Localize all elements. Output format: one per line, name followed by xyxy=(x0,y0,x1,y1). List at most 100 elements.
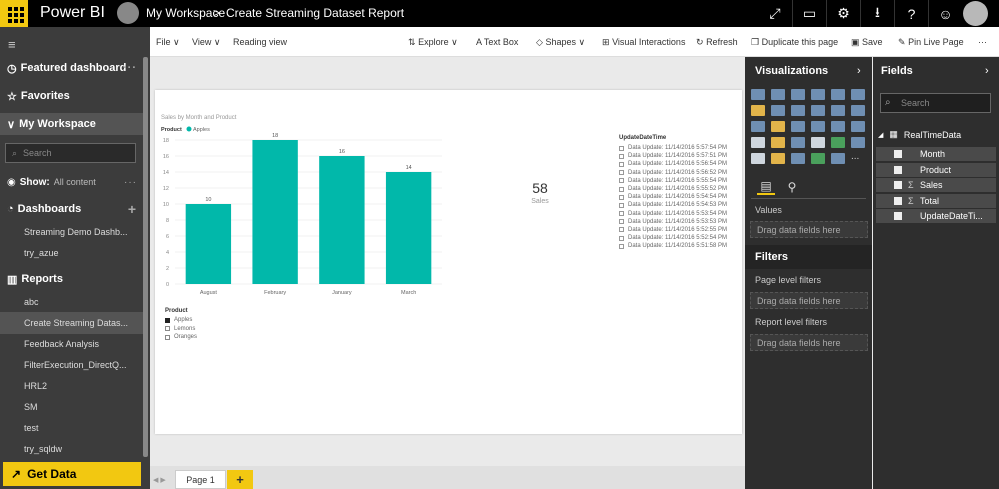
report-item[interactable]: FilterExecution_DirectQ... xyxy=(0,354,143,376)
checkbox[interactable] xyxy=(894,181,902,189)
checkbox[interactable] xyxy=(619,235,624,241)
line-column-2-visual-icon[interactable] xyxy=(831,105,845,116)
report-item-active[interactable]: Create Streaming Datas... xyxy=(0,312,143,334)
refresh-button[interactable]: ↻ Refresh xyxy=(696,37,738,48)
waterfall-visual-icon[interactable] xyxy=(751,121,765,132)
help-icon[interactable]: ? xyxy=(894,0,928,27)
checkbox[interactable] xyxy=(619,161,624,167)
clustered-column-visual-icon[interactable] xyxy=(811,89,825,100)
more-icon[interactable]: ··· xyxy=(124,177,137,188)
chevron-right-icon[interactable]: › xyxy=(857,65,861,77)
bar-chart[interactable]: Sales by Month and Product Product Apples 0… xyxy=(155,90,455,305)
report-item[interactable]: test xyxy=(0,417,143,439)
checkbox[interactable] xyxy=(619,194,624,200)
multi-row-card-visual-icon[interactable] xyxy=(811,137,825,148)
comment-icon[interactable]: ▭ xyxy=(792,0,826,27)
nav-featured-dashboard[interactable]: ◷ Featured dashboard ··· xyxy=(0,57,143,79)
scatter-visual-icon[interactable] xyxy=(771,121,785,132)
pin-live-page-button[interactable]: ✎ Pin Live Page xyxy=(898,37,964,48)
get-data-button[interactable]: ↗ Get Data xyxy=(3,462,141,486)
report-item[interactable]: SM xyxy=(0,396,143,418)
report-item[interactable]: try_sqldw xyxy=(0,438,143,460)
report-item[interactable]: Feedback Analysis xyxy=(0,333,143,355)
matrix-visual-icon[interactable] xyxy=(791,153,805,164)
checkbox[interactable] xyxy=(619,202,624,208)
nav-my-workspace[interactable]: ∨ My Workspace xyxy=(0,113,143,135)
brand-name[interactable]: Power BI xyxy=(40,4,105,22)
field-item[interactable]: Month xyxy=(876,147,996,161)
duplicate-page-button[interactable]: ❐ Duplicate this page xyxy=(751,37,838,48)
report-filters-drop-well[interactable]: Drag data fields here xyxy=(750,334,868,351)
nav-search-input[interactable]: ⌕ Search xyxy=(5,143,136,163)
checkbox[interactable] xyxy=(619,243,624,249)
report-item[interactable]: HRL2 xyxy=(0,375,143,397)
dashboard-item[interactable]: try_azue xyxy=(0,242,143,264)
slicer-item[interactable]: Data Update: 11/14/2016 5:55:52 PM xyxy=(619,185,739,193)
checkbox[interactable] xyxy=(619,227,624,233)
slicer-item[interactable]: Data Update: 11/14/2016 5:52:55 PM xyxy=(619,226,739,234)
kpi-visual-icon[interactable] xyxy=(851,137,865,148)
hamburger-icon[interactable]: ≡ xyxy=(8,37,16,52)
treemap-visual-icon[interactable] xyxy=(831,121,845,132)
fields-tab-icon[interactable]: ▤ xyxy=(757,179,775,195)
gauge-visual-icon[interactable] xyxy=(791,137,805,148)
filled-map-visual-icon[interactable] xyxy=(751,137,765,148)
slicer-visual-icon[interactable] xyxy=(751,153,765,164)
more-icon[interactable]: ··· xyxy=(978,37,987,47)
checkbox[interactable] xyxy=(619,145,624,151)
checkbox[interactable] xyxy=(619,170,624,176)
slicer-item[interactable]: Data Update: 11/14/2016 5:55:54 PM xyxy=(619,177,739,185)
add-dashboard-icon[interactable]: + xyxy=(128,201,137,217)
clustered-bar-visual-icon[interactable] xyxy=(791,89,805,100)
checkbox[interactable] xyxy=(619,211,624,217)
smiley-icon[interactable]: ☺ xyxy=(928,0,962,27)
product-slicer-item[interactable]: Oranges xyxy=(165,333,197,342)
stacked-area-visual-icon[interactable] xyxy=(791,105,805,116)
r-visual-visual-icon[interactable] xyxy=(811,153,825,164)
table-node[interactable]: ◢ ▦ RealTimeData xyxy=(878,129,961,140)
slicer-item[interactable]: Data Update: 11/14/2016 5:54:53 PM xyxy=(619,201,739,209)
slicer-item[interactable]: Data Update: 11/14/2016 5:54:54 PM xyxy=(619,193,739,201)
slicer-item[interactable]: Data Update: 11/14/2016 5:53:54 PM xyxy=(619,210,739,218)
checkbox[interactable] xyxy=(619,219,624,225)
chevron-right-icon[interactable]: › xyxy=(985,65,989,77)
slicer-item[interactable]: Data Update: 11/14/2016 5:57:54 PM xyxy=(619,144,739,152)
stacked-bar-visual-icon[interactable] xyxy=(751,89,765,100)
file-menu[interactable]: File ∨ xyxy=(156,37,180,48)
slicer-item[interactable]: Data Update: 11/14/2016 5:57:51 PM xyxy=(619,152,739,160)
nav-scrollbar[interactable] xyxy=(143,57,148,457)
dashboard-item[interactable]: Streaming Demo Dashb... xyxy=(0,221,143,243)
field-item[interactable]: Product xyxy=(876,162,996,177)
report-item[interactable]: abc xyxy=(0,291,143,313)
checkbox[interactable] xyxy=(894,165,902,174)
nav-favorites[interactable]: ☆ Favorites xyxy=(0,85,143,107)
checkbox[interactable] xyxy=(619,153,624,159)
checkbox[interactable] xyxy=(619,186,624,192)
page-filters-drop-well[interactable]: Drag data fields here xyxy=(750,292,868,309)
more-icon[interactable]: ··· xyxy=(123,62,137,74)
slicer-item[interactable]: Data Update: 11/14/2016 5:52:54 PM xyxy=(619,234,739,242)
format-paint-roller-icon[interactable]: ⚲ xyxy=(783,179,801,195)
ribbon-visual-icon[interactable] xyxy=(851,105,865,116)
text-box-button[interactable]: A Text Box xyxy=(476,37,518,47)
nav-show-filter[interactable]: ◉ Show: All content ··· xyxy=(0,171,143,193)
checkbox[interactable] xyxy=(894,150,902,158)
page-nav-arrows[interactable]: ◀ ▶ xyxy=(153,476,166,484)
table-visual-icon[interactable] xyxy=(771,153,785,164)
product-slicer-item[interactable]: Lemons xyxy=(165,325,197,334)
100-column-visual-icon[interactable] xyxy=(851,89,865,100)
slicer-item[interactable]: Data Update: 11/14/2016 5:51:58 PM xyxy=(619,242,739,250)
nav-reports[interactable]: ▥ Reports xyxy=(0,268,143,290)
gear-icon[interactable]: ⚙ xyxy=(826,0,860,27)
add-page-button[interactable]: + xyxy=(227,470,253,489)
checkbox[interactable] xyxy=(165,317,170,323)
shapes-menu[interactable]: ◇ Shapes ∨ xyxy=(536,37,585,48)
save-button[interactable]: ▣ Save xyxy=(851,37,883,48)
nav-dashboards[interactable]: ◔ Dashboards + xyxy=(0,198,143,220)
field-item[interactable]: Σ Total xyxy=(876,193,996,208)
visual-interactions-button[interactable]: ⊞ Visual Interactions xyxy=(602,37,685,48)
globe-visual-icon[interactable] xyxy=(831,153,845,164)
fields-search-input[interactable]: Search xyxy=(880,93,991,113)
card-visual-icon[interactable] xyxy=(831,137,845,148)
checkbox[interactable] xyxy=(165,334,170,340)
